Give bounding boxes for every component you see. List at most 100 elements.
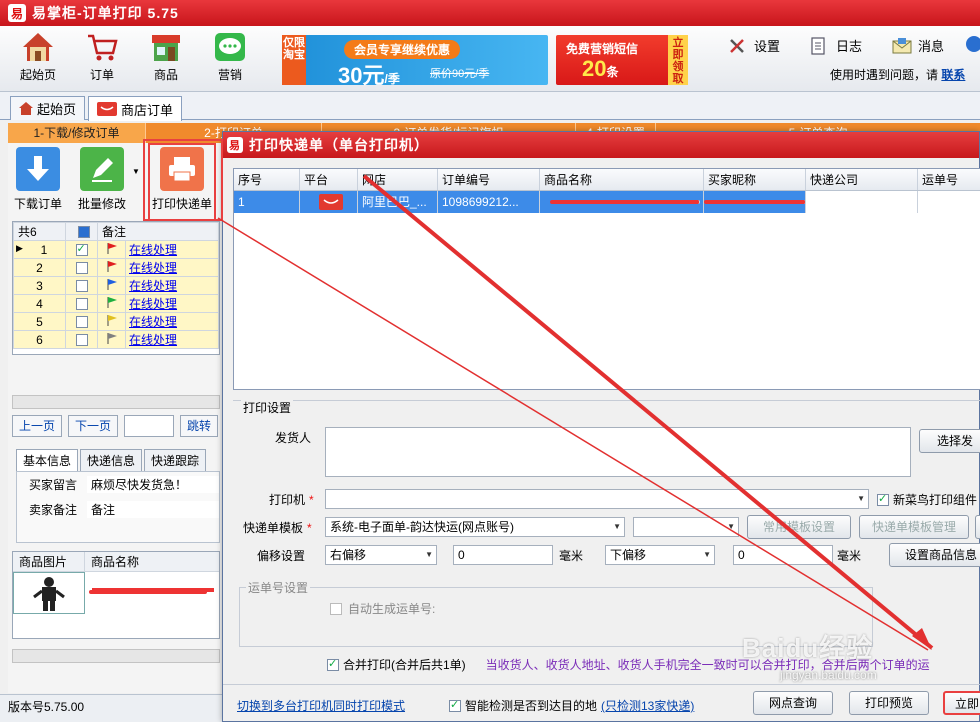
print-now-button[interactable]: 立即 (943, 691, 980, 715)
tab-start-page-label: 起始页 (37, 102, 77, 117)
jump-button[interactable]: 跳转 (180, 415, 219, 437)
extra-button[interactable] (975, 515, 980, 539)
flag-icon[interactable] (97, 294, 126, 313)
tools-icon (728, 37, 748, 55)
prev-page-button[interactable]: 上一页 (12, 415, 63, 437)
tab-express-info[interactable]: 快递信息 (80, 449, 143, 471)
table-row[interactable]: 1 阿里巴巴_... 1098699212... (234, 191, 980, 213)
help-icon[interactable] (966, 36, 980, 52)
dialog-title: 打印快递单（单台打印机） (249, 137, 429, 153)
message-link-label: 消息 (918, 39, 945, 54)
template-select[interactable]: 系统-电子面单-韵达快运(网点账号) (325, 517, 625, 537)
unit-mm-label: 毫米 (559, 549, 584, 563)
table-row[interactable]: 2 在线处理 (13, 258, 219, 277)
orders-grid-scrollbar[interactable] (12, 395, 220, 409)
online-process-link[interactable]: 在线处理 (125, 294, 219, 313)
only-check-link[interactable]: (只检测13家快递) (601, 697, 694, 714)
template-manage-button[interactable]: 快递单模板管理 (859, 515, 969, 539)
row-checkbox[interactable] (65, 276, 98, 295)
online-process-link[interactable]: 在线处理 (125, 312, 219, 331)
main-tabs: 起始页 商店订单 (0, 92, 980, 121)
flag-icon[interactable] (97, 258, 126, 277)
orders-button[interactable]: 订单 (76, 30, 128, 83)
printer-select[interactable] (325, 489, 869, 509)
flag-icon[interactable] (97, 330, 126, 349)
row-checkbox[interactable] (65, 330, 98, 349)
sender-field[interactable] (325, 427, 911, 477)
goods-button-label: 商品 (153, 68, 178, 82)
settings-link[interactable]: 设置 (728, 36, 780, 55)
main-toolbar: 起始页 订单 商品 营销 仅限淘宝 会员专享继续优惠 30元/季 原价90元/季… (0, 26, 980, 92)
tab-basic-info[interactable]: 基本信息 (16, 449, 79, 471)
table-row[interactable]: ▶1 在线处理 (13, 240, 219, 259)
row-checkbox[interactable] (65, 294, 98, 313)
smart-check-row: 智能检测是否到达目的地 (只检测13家快递) (449, 697, 694, 714)
row-number: ▶ 1 (13, 240, 66, 259)
col-platform: 平台 (300, 169, 358, 190)
log-link-label: 日志 (836, 39, 863, 54)
goods-button[interactable]: 商品 (140, 30, 192, 83)
horizontal-offset-input[interactable]: 0 (453, 545, 553, 565)
flag-icon[interactable] (97, 276, 126, 295)
flag-icon[interactable] (97, 240, 126, 259)
print-preview-button[interactable]: 打印预览 (849, 691, 929, 715)
buyer-message-value[interactable]: 麻烦尽快发货急！ (87, 476, 219, 493)
smart-check-checkbox[interactable] (449, 698, 461, 712)
vertical-offset-input[interactable]: 0 (733, 545, 833, 565)
download-arrow-icon (16, 147, 60, 191)
table-row[interactable]: 5 在线处理 (13, 312, 219, 331)
left-pane: 下载订单 批量修改 ▼ 打印快递单 共6 备注 ▶1 在线处理 2 (8, 143, 220, 693)
horizontal-offset-select[interactable]: 右偏移 (325, 545, 437, 565)
auto-generate-option[interactable]: 自动生成运单号: (330, 600, 435, 617)
table-row[interactable]: 3 在线处理 (13, 276, 219, 295)
row-checkbox[interactable] (65, 240, 98, 259)
house-icon (21, 30, 55, 64)
message-link[interactable]: 消息 (892, 36, 944, 55)
online-process-link[interactable]: 在线处理 (125, 258, 219, 277)
switch-multi-printer-link[interactable]: 切换到多台打印机同时打印模式 (237, 697, 405, 714)
marketing-button[interactable]: 营销 (204, 30, 256, 83)
goods-info-button[interactable]: 设置商品信息 (889, 543, 980, 567)
online-process-link[interactable]: 在线处理 (125, 276, 219, 295)
flag-icon[interactable] (97, 312, 126, 331)
online-process-link[interactable]: 在线处理 (125, 330, 219, 349)
cell-express-company[interactable] (806, 191, 918, 213)
member-promo-banner[interactable]: 仅限淘宝 会员专享继续优惠 30元/季 原价90元/季 (282, 35, 548, 88)
cainiao-label: 新菜鸟打印组件 (893, 493, 978, 507)
offset-label: 偏移设置 (257, 549, 306, 563)
online-process-link[interactable]: 在线处理 (125, 240, 219, 259)
step-download-modify[interactable]: 1-下载/修改订单 (8, 123, 146, 143)
row-checkbox[interactable] (65, 312, 98, 331)
goods-grid-scrollbar[interactable] (12, 649, 220, 663)
cainiao-option[interactable]: 新菜鸟打印组件 (877, 491, 977, 508)
seller-note-value[interactable]: 备注 (87, 501, 219, 518)
promo-original-price: 原价90元/季 (430, 68, 490, 80)
template-sub-select[interactable] (633, 517, 739, 537)
tab-express-tracking[interactable]: 快递跟踪 (144, 449, 207, 471)
common-template-button[interactable]: 常用模板设置 (747, 515, 851, 539)
page-input[interactable] (124, 415, 175, 437)
merge-print-checkbox[interactable] (327, 657, 339, 671)
next-page-button[interactable]: 下一页 (68, 415, 119, 437)
watermark: Baidu经验 (742, 633, 874, 663)
outlet-query-button[interactable]: 网点查询 (753, 691, 833, 715)
print-express-button[interactable]: 打印快递单 (148, 143, 217, 223)
table-row[interactable]: 6 在线处理 (13, 330, 219, 349)
chevron-down-icon[interactable]: ▼ (132, 167, 140, 176)
batch-modify-button[interactable]: 批量修改 (78, 147, 126, 212)
table-row[interactable]: 4 在线处理 (13, 294, 219, 313)
tab-start-page[interactable]: 起始页 (10, 96, 86, 120)
contact-link[interactable]: 联系 (941, 68, 965, 82)
row-number: 6 (13, 330, 66, 349)
download-orders-button[interactable]: 下载订单 (14, 147, 62, 212)
tab-shop-orders[interactable]: 商店订单 (88, 96, 183, 121)
row-checkbox[interactable] (65, 258, 98, 277)
vertical-offset-select[interactable]: 下偏移 (605, 545, 715, 565)
table-row[interactable] (13, 572, 219, 614)
home-button[interactable]: 起始页 (12, 30, 64, 83)
grid-select-all[interactable] (65, 222, 98, 241)
cell-waybill-no[interactable] (918, 191, 980, 213)
sms-promo-banner[interactable]: 免费营销短信 20条 立即领取 (556, 35, 688, 85)
select-sender-button[interactable]: 选择发 (919, 429, 980, 453)
log-link[interactable]: 日志 (810, 36, 862, 55)
